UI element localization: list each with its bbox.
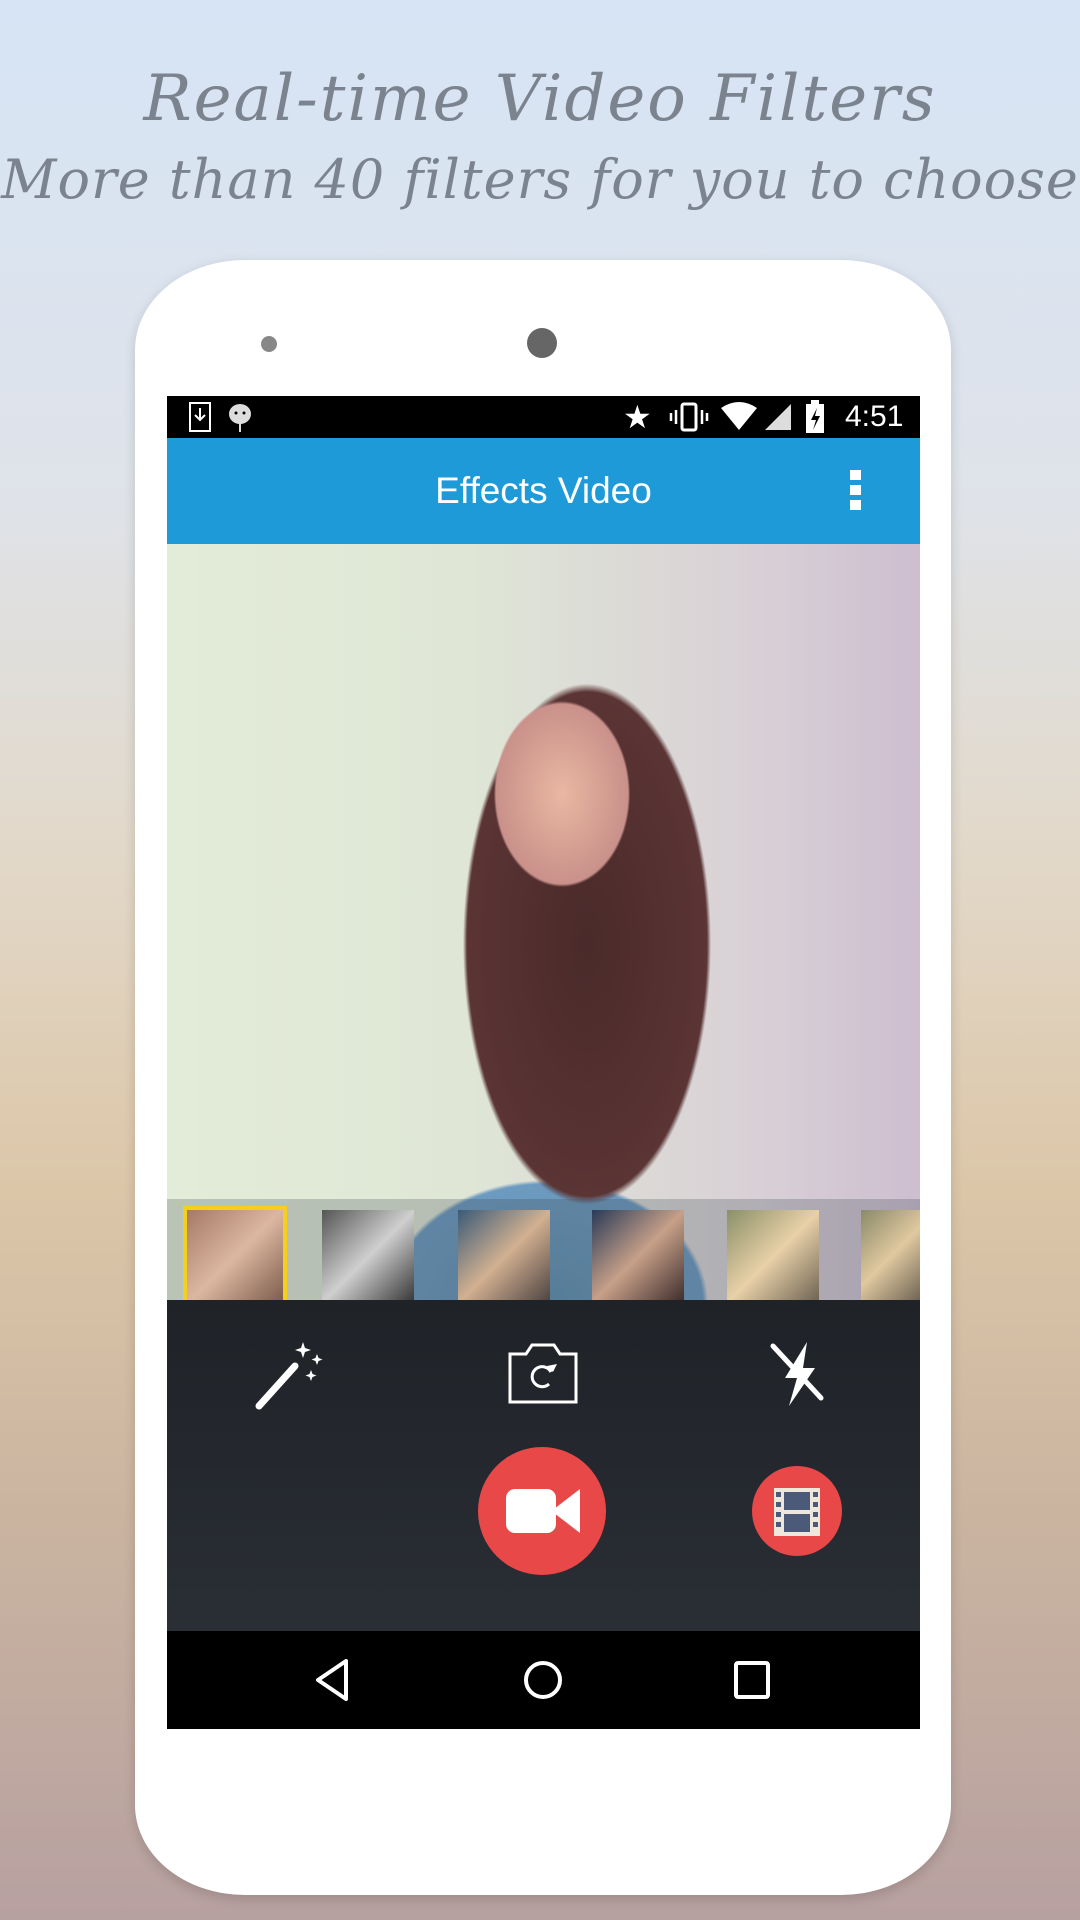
- speaker-icon: [261, 336, 277, 352]
- filter-thumb-2[interactable]: [322, 1210, 414, 1304]
- front-camera-icon: [527, 328, 557, 358]
- download-icon: [189, 402, 211, 432]
- promo-headline: Real-time Video Filters: [143, 62, 937, 136]
- film-icon: [774, 1488, 820, 1536]
- vibrate-icon: [669, 402, 709, 432]
- star-icon: ★: [623, 399, 652, 435]
- signal-icon: [765, 404, 791, 430]
- flash-off-icon[interactable]: [767, 1338, 827, 1410]
- filter-thumb-4[interactable]: [592, 1210, 684, 1304]
- app-screen: ★ 4:51 Effects Video: [167, 396, 920, 1729]
- status-time: 4:51: [845, 400, 904, 433]
- gallery-button[interactable]: [752, 1466, 842, 1556]
- filter-thumb-5[interactable]: [727, 1210, 819, 1304]
- filter-thumb-3[interactable]: [458, 1210, 550, 1304]
- record-button[interactable]: [478, 1447, 606, 1575]
- filter-thumb-1[interactable]: [183, 1206, 287, 1308]
- filter-thumb-6[interactable]: [861, 1210, 920, 1304]
- app-bar: Effects Video: [167, 438, 920, 544]
- recents-icon[interactable]: [732, 1659, 772, 1701]
- status-bar: ★ 4:51: [167, 396, 920, 438]
- back-icon[interactable]: [312, 1657, 352, 1703]
- magic-wand-icon[interactable]: [253, 1336, 329, 1412]
- camera-preview: [167, 544, 920, 1447]
- battery-charging-icon: [806, 400, 824, 433]
- app-title: Effects Video: [435, 470, 652, 511]
- promo-subheadline: More than 40 filters for you to choose: [1, 148, 1079, 211]
- camera-controls: [167, 1300, 920, 1631]
- android-icon: [229, 404, 251, 432]
- switch-camera-icon[interactable]: [507, 1342, 579, 1404]
- wifi-icon: [721, 402, 757, 430]
- navigation-bar: [167, 1631, 920, 1729]
- more-vert-icon[interactable]: [849, 470, 863, 512]
- video-camera-icon: [506, 1489, 580, 1533]
- home-icon[interactable]: [522, 1659, 564, 1701]
